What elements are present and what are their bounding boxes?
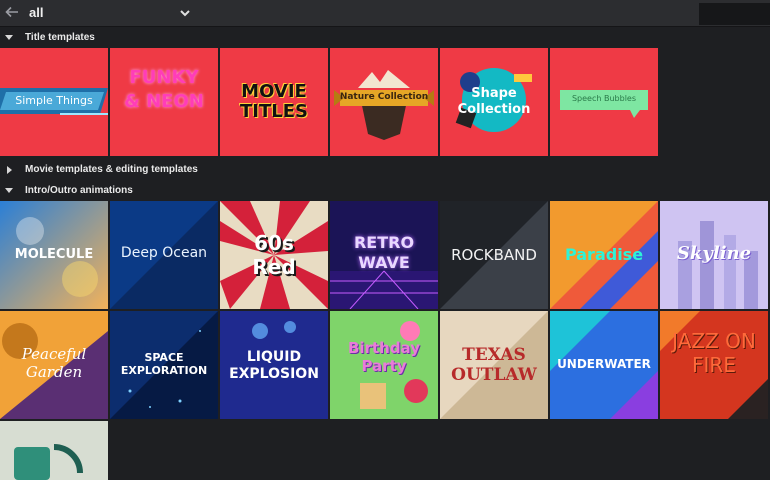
animation-tile-skyline[interactable]: Skyline bbox=[660, 201, 768, 309]
template-tile-simple-things[interactable]: Simple Things bbox=[0, 48, 108, 156]
animation-tile-underwater[interactable]: UNDERWATER bbox=[550, 311, 658, 419]
section-movie-templates[interactable]: Movie templates & editing templates bbox=[0, 160, 770, 180]
section-intro-outro[interactable]: Intro/Outro animations bbox=[0, 181, 770, 201]
animation-tile-liquid-explosion[interactable]: LIQUID EXPLOSION bbox=[220, 311, 328, 419]
animation-tile-texas-outlaw[interactable]: TEXAS OUTLAW bbox=[440, 311, 548, 419]
template-tile-speech-bubbles[interactable]: Speech Bubbles bbox=[550, 48, 658, 156]
animation-tile-partial[interactable] bbox=[0, 421, 108, 480]
animation-tile-paradise[interactable]: Paradise bbox=[550, 201, 658, 309]
animation-tile-rockband[interactable]: ROCKBAND bbox=[440, 201, 548, 309]
animation-tile-retro-wave[interactable]: RETRO WAVE bbox=[330, 201, 438, 309]
section-label: Title templates bbox=[25, 32, 95, 43]
template-tile-nature-collection[interactable]: Nature Collection bbox=[330, 48, 438, 156]
animation-tile-space-exploration[interactable]: SPACE EXPLORATION bbox=[110, 311, 218, 419]
animation-tile-birthday-party[interactable]: Birthday Party bbox=[330, 311, 438, 419]
animation-tile-molecule[interactable]: MOLECULE bbox=[0, 201, 108, 309]
animation-tile-peaceful-garden[interactable]: Peaceful Garden bbox=[0, 311, 108, 419]
expand-triangle-icon bbox=[5, 188, 13, 193]
expand-triangle-icon bbox=[5, 35, 13, 40]
template-tile-shape-collection[interactable]: Shape Collection bbox=[440, 48, 548, 156]
path-label: all bbox=[29, 5, 44, 20]
animation-tile-60s-red[interactable]: 60s Red bbox=[220, 201, 328, 309]
search-input[interactable] bbox=[699, 3, 770, 25]
collapse-triangle-icon bbox=[7, 166, 12, 174]
animation-tile-jazz-on-fire[interactable]: JAZZ ON FIRE bbox=[660, 311, 768, 419]
animation-tile-deep-ocean[interactable]: Deep Ocean bbox=[110, 201, 218, 309]
back-arrow-icon[interactable] bbox=[4, 4, 20, 20]
template-tile-movie-titles[interactable]: MOVIE TITLES bbox=[220, 48, 328, 156]
section-label: Intro/Outro animations bbox=[25, 185, 133, 196]
section-label: Movie templates & editing templates bbox=[25, 164, 198, 175]
chevron-down-icon[interactable] bbox=[179, 7, 191, 19]
template-tile-funky-neon[interactable]: FUNKY & NEON bbox=[110, 48, 218, 156]
top-toolbar: all bbox=[0, 0, 770, 27]
section-title-templates[interactable]: Title templates bbox=[0, 28, 770, 48]
